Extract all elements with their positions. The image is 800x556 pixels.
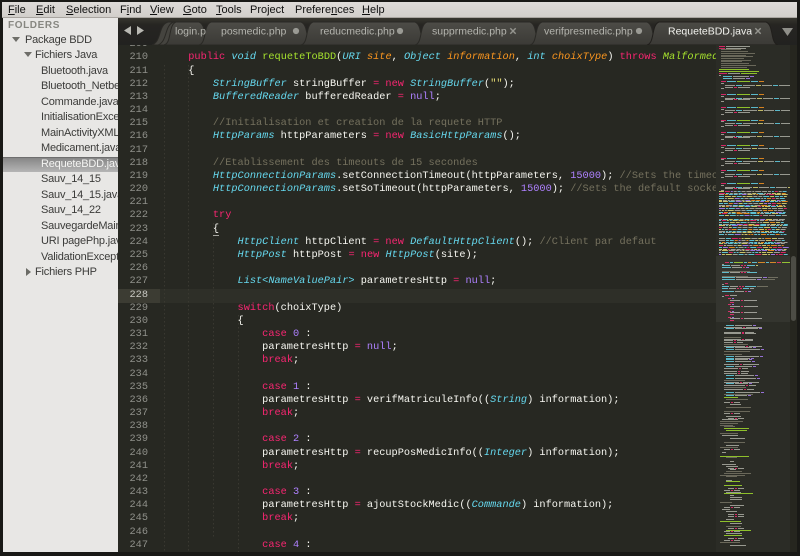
- svg-text:supprmedic.php: supprmedic.php: [432, 26, 507, 38]
- svg-text:login.p: login.p: [175, 26, 206, 38]
- svg-text:verifpresmedic.php: verifpresmedic.php: [544, 26, 633, 38]
- svg-text:posmedic.php: posmedic.php: [221, 26, 287, 38]
- svg-text:reducmedic.php: reducmedic.php: [320, 26, 395, 38]
- svg-text:RequeteBDD.java: RequeteBDD.java: [668, 26, 752, 38]
